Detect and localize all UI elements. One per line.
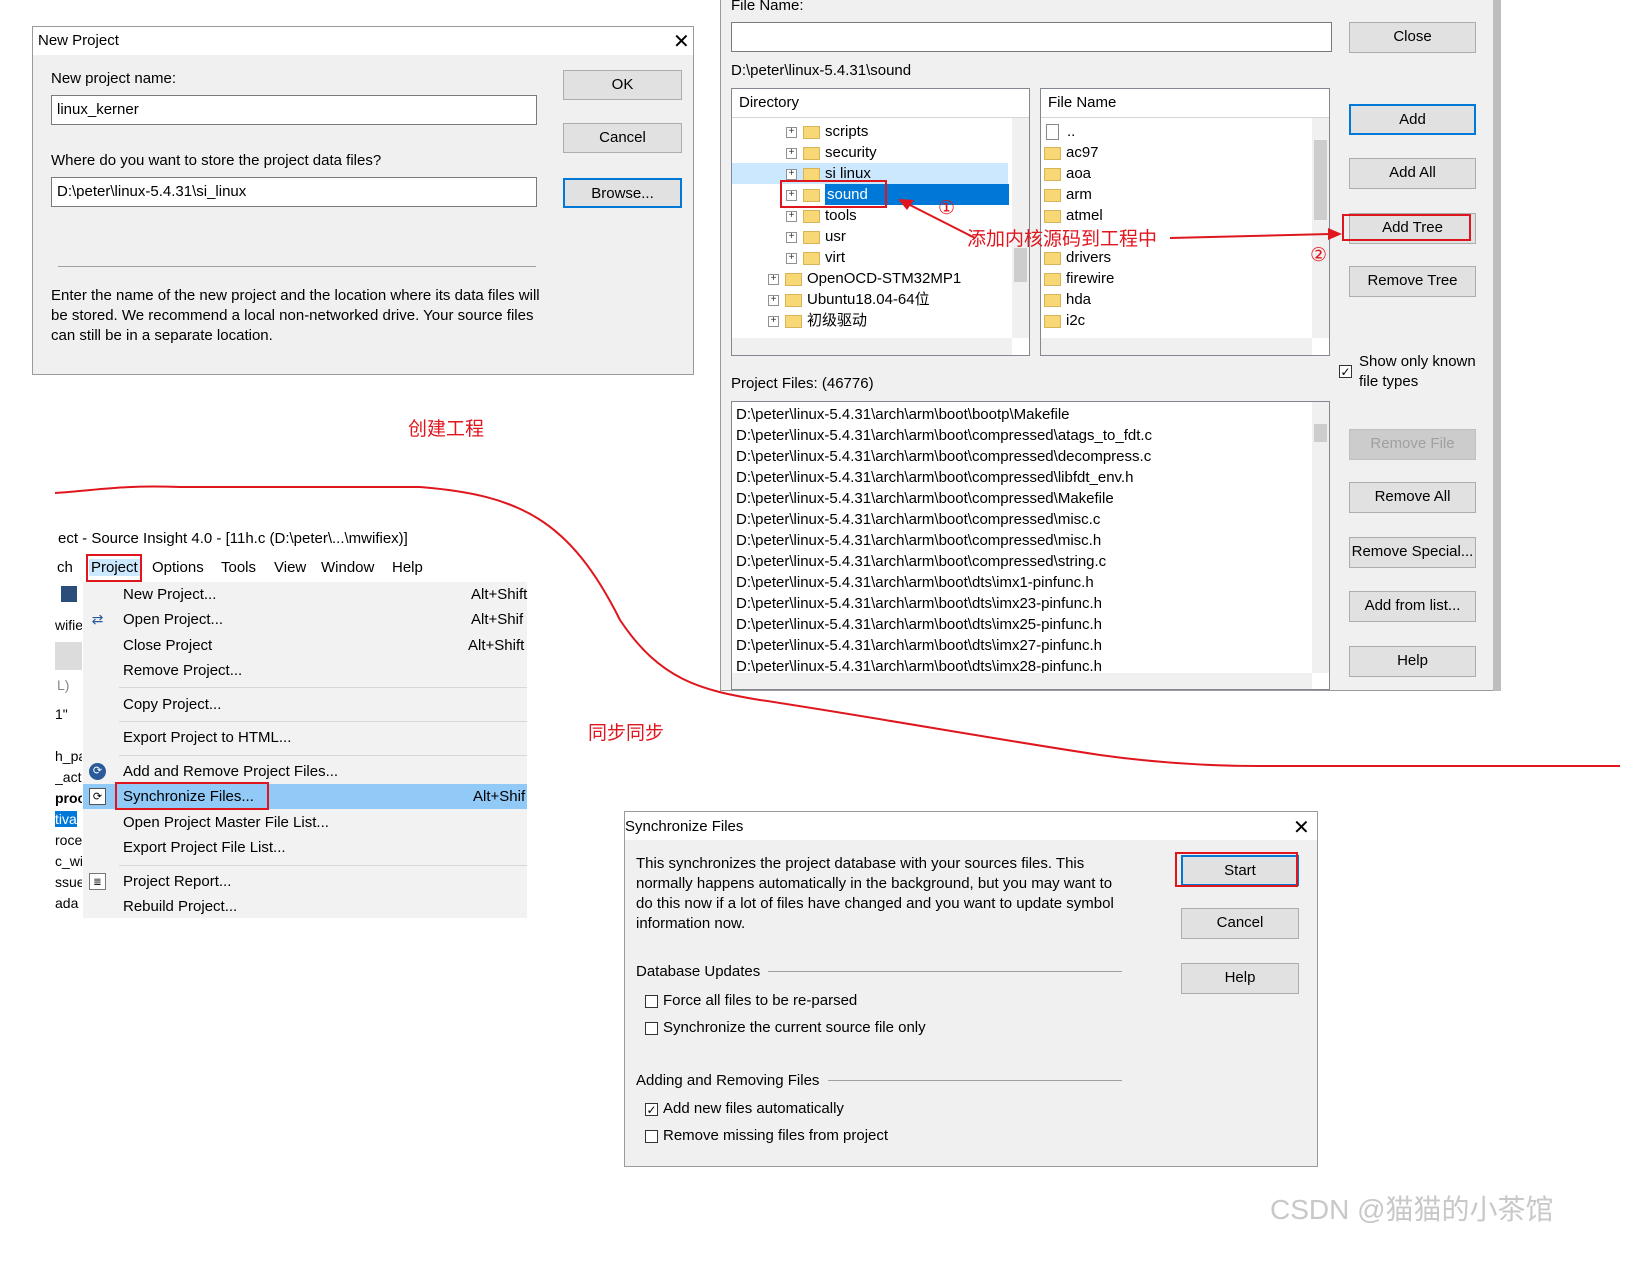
arrow-to-sound [905,202,976,239]
flow-curve [54,485,1620,767]
arrowhead-add-tree [1328,228,1342,240]
arrow-to-add-tree [1169,233,1331,239]
watermark: CSDN @猫猫的小茶馆 [1270,1194,1554,1225]
annotation-lines [54,199,1620,767]
arrowhead-sound [898,199,914,210]
